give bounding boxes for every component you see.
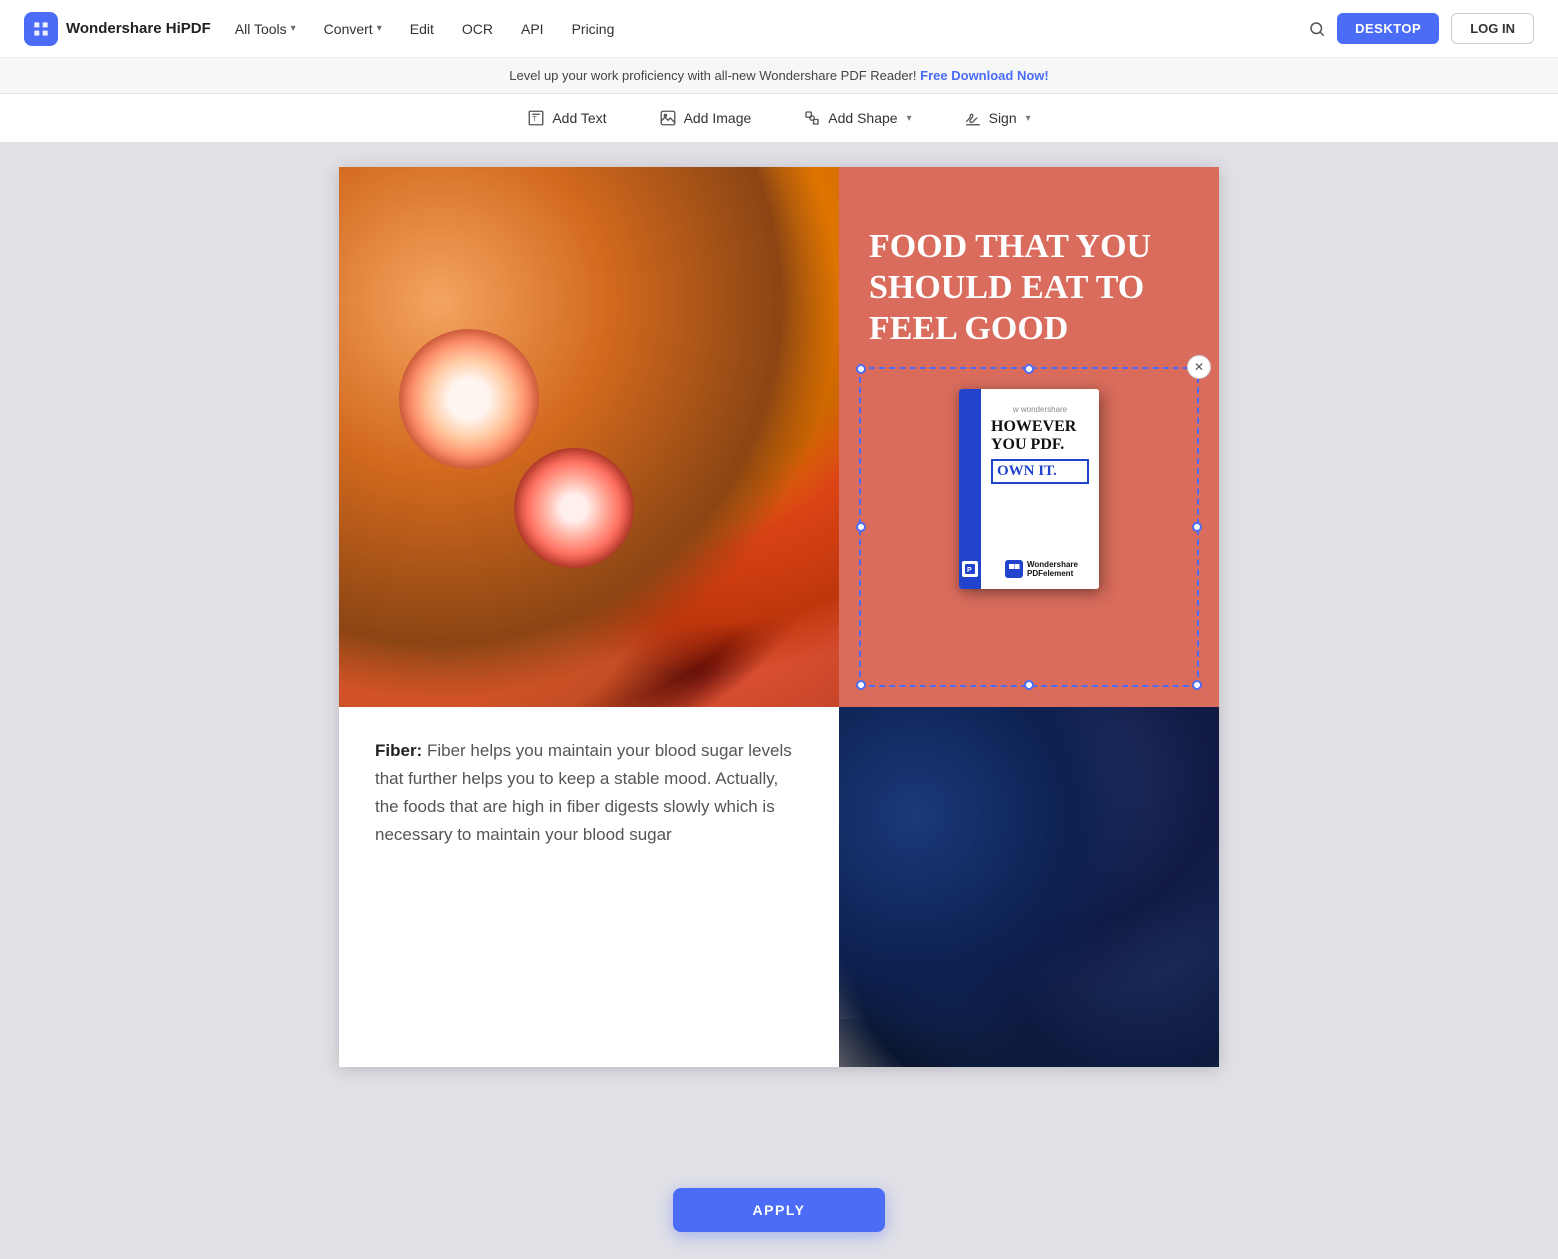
search-icon[interactable] (1301, 13, 1333, 45)
blueberry-section (839, 707, 1219, 1067)
shape-selection-box[interactable]: ✕ P (859, 367, 1199, 687)
promo-cta-link[interactable]: Free Download Now! (920, 68, 1049, 83)
book-own-it: OWN IT. (997, 463, 1083, 480)
close-button[interactable]: ✕ (1187, 355, 1211, 379)
sign-button[interactable]: Sign ▾ (954, 104, 1041, 132)
toolbar: T Add Text Add Image Add Shape ▾ Sign ▾ (0, 94, 1558, 143)
sign-icon (964, 109, 982, 127)
book-subtitle-box: OWN IT. (991, 459, 1089, 484)
pdf-top-section: FOOD THAT YOU SHOULD EAT TO FEEL GOOD ✕ (339, 167, 1219, 707)
selection-handle-bl[interactable] (856, 680, 866, 690)
promo-banner: Level up your work proficiency with all-… (0, 58, 1558, 94)
chevron-down-icon: ▾ (377, 23, 382, 34)
add-text-button[interactable]: T Add Text (517, 104, 616, 132)
logo-icon (24, 12, 58, 46)
nav-convert[interactable]: Convert ▾ (312, 15, 394, 43)
product-book: P w wondershare HOWEVERYOU PDF. OWN IT. (959, 389, 1099, 589)
main-area: FOOD THAT YOU SHOULD EAT TO FEEL GOOD ✕ (0, 143, 1558, 1259)
selection-handle-br[interactable] (1192, 680, 1202, 690)
login-button[interactable]: LOG IN (1451, 13, 1534, 44)
nav-all-tools[interactable]: All Tools ▾ (223, 15, 308, 43)
selection-handle-bm[interactable] (1024, 680, 1034, 690)
pdf-bottom-section: Fiber: Fiber helps you maintain your blo… (339, 707, 1219, 1067)
svg-text:P: P (967, 567, 972, 574)
book-however: HOWEVERYOU PDF. (991, 418, 1089, 453)
pdf-page: FOOD THAT YOU SHOULD EAT TO FEEL GOOD ✕ (339, 167, 1219, 1067)
nav-edit[interactable]: Edit (398, 15, 446, 43)
chevron-down-icon: ▾ (291, 23, 296, 34)
nav-ocr[interactable]: OCR (450, 15, 505, 43)
selection-handle-tl[interactable] (856, 364, 866, 374)
fruit-image (339, 167, 839, 707)
navbar: Wondershare HiPDF All Tools ▾ Convert ▾ … (0, 0, 1558, 58)
svg-text:T: T (533, 114, 538, 123)
book-bottom: WondersharePDFelement (1005, 560, 1091, 579)
fiber-body: Fiber helps you maintain your blood suga… (375, 741, 792, 844)
book-logo-text: w wondershare (991, 405, 1089, 414)
chevron-down-icon: ▾ (1026, 113, 1031, 124)
spine-logo: P (962, 561, 978, 577)
selection-handle-tm[interactable] (1024, 364, 1034, 374)
fiber-label: Fiber: (375, 741, 422, 760)
selection-handle-mr[interactable] (1192, 522, 1202, 532)
book-content: w wondershare HOWEVERYOU PDF. OWN IT. (981, 389, 1099, 589)
fruit-background (339, 167, 839, 707)
apply-button[interactable]: APPLY (673, 1188, 886, 1232)
nav-pricing[interactable]: Pricing (560, 15, 627, 43)
chevron-down-icon: ▾ (907, 113, 912, 124)
shape-icon (803, 109, 821, 127)
add-image-button[interactable]: Add Image (649, 104, 762, 132)
fiber-paragraph: Fiber: Fiber helps you maintain your blo… (375, 737, 799, 849)
text-icon: T (527, 109, 545, 127)
blueberry-image (839, 707, 1219, 1067)
add-shape-button[interactable]: Add Shape ▾ (793, 104, 921, 132)
desktop-button[interactable]: DESKTOP (1337, 13, 1439, 44)
image-icon (659, 109, 677, 127)
nav-api[interactable]: API (509, 15, 556, 43)
salmon-panel: FOOD THAT YOU SHOULD EAT TO FEEL GOOD ✕ (839, 167, 1219, 707)
selection-handle-ml[interactable] (856, 522, 866, 532)
logo-text: Wondershare HiPDF (66, 20, 211, 37)
headline-text: FOOD THAT YOU SHOULD EAT TO FEEL GOOD (869, 227, 1189, 349)
book-spine: P (959, 389, 981, 589)
book-brand-icon (1005, 560, 1023, 578)
fiber-text-section: Fiber: Fiber helps you maintain your blo… (339, 707, 839, 1067)
logo[interactable]: Wondershare HiPDF (24, 12, 211, 46)
book-brand-text: WondersharePDFelement (1027, 560, 1078, 579)
